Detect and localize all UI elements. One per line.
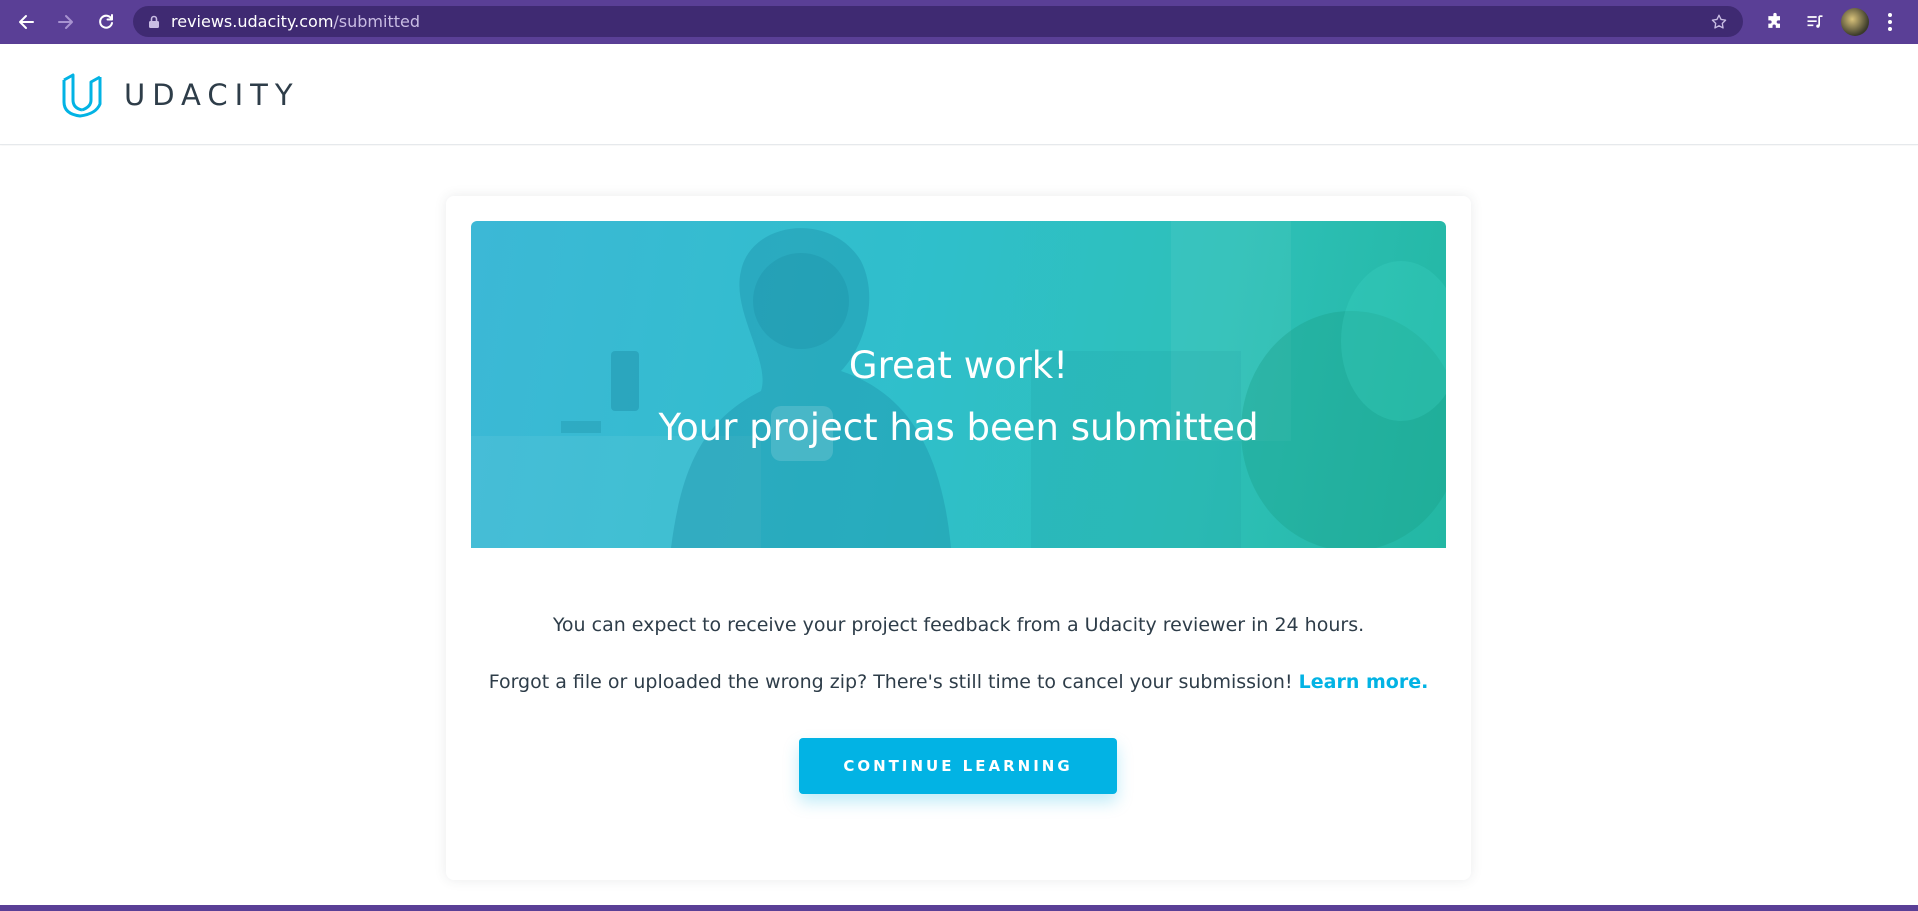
submission-card: Great work! Your project has been submit… bbox=[446, 196, 1471, 880]
cancel-message: Forgot a file or uploaded the wrong zip?… bbox=[446, 671, 1471, 693]
site-header: UDACITY bbox=[0, 44, 1918, 145]
more-menu-icon[interactable] bbox=[1875, 0, 1905, 44]
profile-avatar[interactable] bbox=[1841, 8, 1869, 36]
lock-icon[interactable] bbox=[147, 15, 161, 29]
cancel-message-text: Forgot a file or uploaded the wrong zip?… bbox=[488, 671, 1293, 693]
forward-arrow-icon[interactable] bbox=[46, 0, 86, 44]
url-host: reviews.udacity.com bbox=[171, 12, 334, 31]
feedback-message: You can expect to receive your project f… bbox=[552, 614, 1365, 636]
hero-title: Great work! bbox=[848, 343, 1069, 387]
extensions-puzzle-icon[interactable] bbox=[1755, 0, 1795, 44]
address-bar[interactable]: reviews.udacity.com/submitted bbox=[133, 6, 1743, 37]
bookmark-star-icon[interactable] bbox=[1709, 12, 1729, 32]
hero-text: Great work! Your project has been submit… bbox=[471, 221, 1446, 548]
url-path: /submitted bbox=[333, 12, 421, 31]
learn-more-link[interactable]: Learn more. bbox=[1299, 671, 1429, 693]
bottom-edge bbox=[0, 905, 1918, 911]
back-arrow-icon[interactable] bbox=[6, 0, 46, 44]
reading-list-icon[interactable] bbox=[1795, 0, 1835, 44]
hero-subtitle: Your project has been submitted bbox=[658, 405, 1259, 449]
extension-area bbox=[1755, 0, 1905, 44]
reload-icon[interactable] bbox=[86, 0, 126, 44]
continue-learning-button[interactable]: CONTINUE LEARNING bbox=[799, 738, 1117, 794]
udacity-logo[interactable]: UDACITY bbox=[60, 72, 300, 118]
udacity-logo-icon bbox=[62, 73, 102, 118]
url-text: reviews.udacity.com/submitted bbox=[171, 12, 420, 31]
brand-name: UDACITY bbox=[124, 78, 300, 112]
hero-banner: Great work! Your project has been submit… bbox=[471, 221, 1446, 548]
browser-toolbar: reviews.udacity.com/submitted bbox=[0, 0, 1918, 44]
